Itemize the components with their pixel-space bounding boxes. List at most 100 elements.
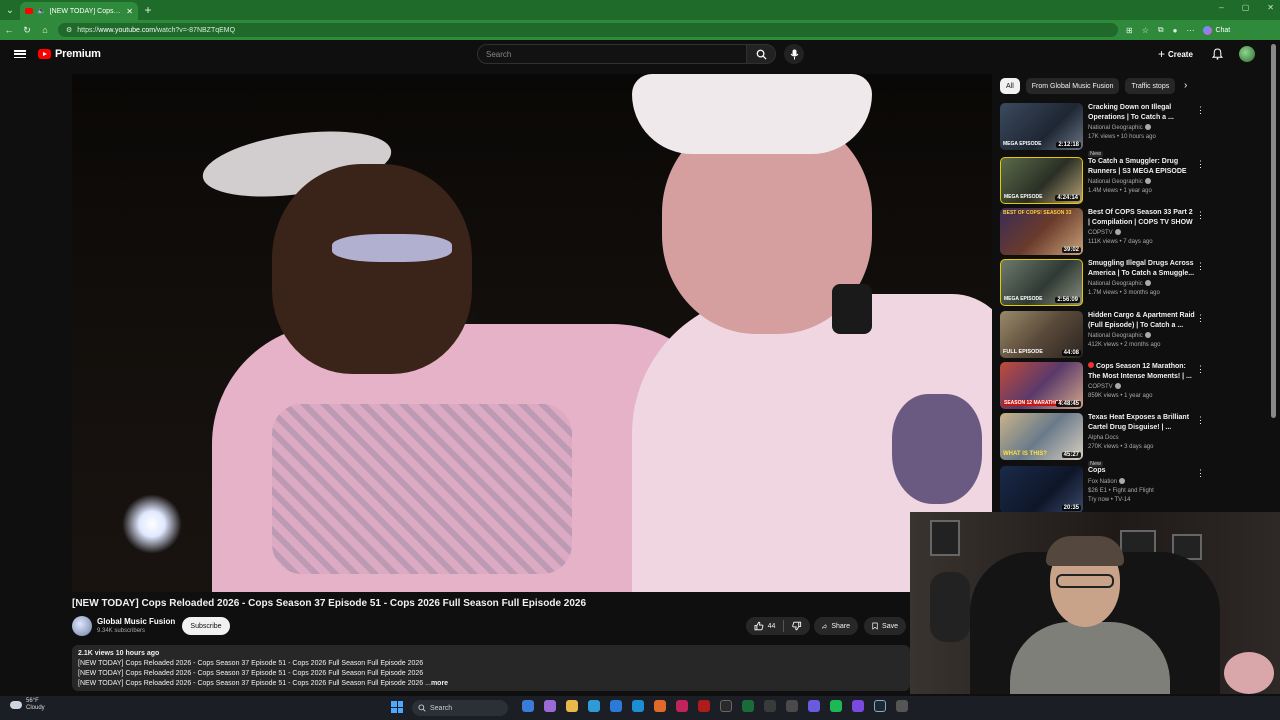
edge-icon[interactable] <box>632 700 644 712</box>
more-actions-icon[interactable]: ⋮ <box>1196 159 1205 170</box>
channel-avatar[interactable] <box>72 616 92 636</box>
recommendation-item[interactable]: BEST OF COPS! SEASON 33 39:02 Best Of CO… <box>1000 208 1205 256</box>
page-scrollbar[interactable] <box>1271 44 1276 418</box>
share-button[interactable]: Share <box>814 617 858 635</box>
recommendation-item[interactable]: MEGA EPISODE 2:56:09 Smuggling Illegal D… <box>1000 259 1205 307</box>
extensions-icon[interactable]: ⧉ <box>1158 25 1164 35</box>
video-thumbnail[interactable]: SEASON 12 MARATHON 4:48:45 <box>1000 362 1083 409</box>
address-bar[interactable]: ⚙ https://www.youtube.com/watch?v=-87NBZ… <box>58 23 1118 37</box>
show-more-link[interactable]: more <box>431 680 448 687</box>
create-button[interactable]: + Create <box>1158 46 1193 62</box>
minimize-icon[interactable]: – <box>1219 3 1223 12</box>
maximize-icon[interactable]: ▢ <box>1242 3 1250 12</box>
browser-tab-active[interactable]: 🔈 [NEW TODAY] Cops Reloaded ✕ <box>20 2 138 20</box>
menu-icon[interactable] <box>14 48 26 60</box>
store-icon[interactable] <box>588 700 600 712</box>
audio-playing-icon[interactable]: 🔈 <box>37 7 46 15</box>
app-icon[interactable] <box>896 700 908 712</box>
recommendation-item[interactable]: MEGA EPISODE 2:12:18 Cracking Down on Il… <box>1000 103 1205 157</box>
recommendation-channel[interactable]: National Geographic <box>1088 280 1196 289</box>
recommendation-title[interactable]: To Catch a Smuggler: Drug Runners | S3 M… <box>1088 157 1196 176</box>
recommendation-item[interactable]: FULL EPISODE 44:08 Hidden Cargo & Apartm… <box>1000 311 1205 359</box>
weather-widget[interactable]: 56°F Cloudy <box>10 698 45 712</box>
more-actions-icon[interactable]: ⋮ <box>1196 261 1205 272</box>
video-thumbnail[interactable]: WHAT IS THIS? 45:27 <box>1000 413 1083 460</box>
recommendation-item[interactable]: 20:35 Cops Fox Nation $26 E1 • Fight and… <box>1000 466 1205 514</box>
recommendation-channel[interactable]: Fox Nation <box>1088 477 1196 487</box>
steam-icon[interactable] <box>874 700 886 712</box>
thumbs-down-icon[interactable] <box>792 621 802 631</box>
bookmark-star-icon[interactable]: ☆ <box>1142 26 1149 35</box>
app-icon[interactable] <box>808 700 820 712</box>
account-avatar[interactable] <box>1239 46 1255 62</box>
app-icon[interactable] <box>742 700 754 712</box>
more-actions-icon[interactable]: ⋮ <box>1196 313 1205 324</box>
windows-start-icon[interactable] <box>391 701 403 713</box>
close-window-icon[interactable]: ✕ <box>1267 3 1274 12</box>
recommendation-title[interactable]: Cops Season 12 Marathon: The Most Intens… <box>1088 362 1196 381</box>
more-actions-icon[interactable]: ⋮ <box>1196 105 1205 116</box>
chip-traffic-stops[interactable]: Traffic stops <box>1125 78 1176 94</box>
file-explorer-icon[interactable] <box>566 700 578 712</box>
more-actions-icon[interactable]: ⋮ <box>1196 415 1205 426</box>
chip-from-channel[interactable]: From Global Music Fusion <box>1025 78 1120 94</box>
recommendation-item[interactable]: SEASON 12 MARATHON 4:48:45 Cops Season 1… <box>1000 362 1205 410</box>
tab-list-icon[interactable]: ⌄ <box>0 0 20 20</box>
recommendation-title[interactable]: Cops <box>1088 466 1196 476</box>
mail-icon[interactable] <box>610 700 622 712</box>
profile-icon[interactable]: ● <box>1173 26 1178 35</box>
app-icon[interactable] <box>720 700 732 712</box>
save-button[interactable]: Save <box>864 617 906 635</box>
recommendation-title[interactable]: Hidden Cargo & Apartment Raid (Full Epis… <box>1088 311 1196 330</box>
app-icon[interactable] <box>764 700 776 712</box>
video-thumbnail[interactable]: 20:35 <box>1000 466 1083 513</box>
home-icon[interactable]: ⌂ <box>40 25 50 35</box>
youtube-logo[interactable]: Premium <box>38 48 101 60</box>
search-button[interactable] <box>746 44 776 64</box>
recommendation-title[interactable]: Best Of COPS Season 33 Part 2 | Compilat… <box>1088 208 1196 227</box>
chat-button[interactable]: Chat <box>1203 25 1230 35</box>
install-app-icon[interactable]: ⊞ <box>1126 26 1133 35</box>
site-info-icon[interactable]: ⚙ <box>66 26 72 34</box>
app-icon[interactable] <box>698 700 710 712</box>
recommendation-channel[interactable]: COPSTV <box>1088 383 1196 392</box>
taskbar-search[interactable]: Search <box>412 700 508 716</box>
voice-search-button[interactable] <box>784 44 804 64</box>
chevron-right-icon[interactable]: › <box>1184 80 1187 91</box>
more-actions-icon[interactable]: ⋮ <box>1196 210 1205 221</box>
recommendation-title[interactable]: Cracking Down on Illegal Operations | To… <box>1088 103 1196 122</box>
search-input[interactable]: Search <box>477 44 747 64</box>
recommendation-title[interactable]: Texas Heat Exposes a Brilliant Cartel Dr… <box>1088 413 1196 432</box>
video-thumbnail[interactable]: FULL EPISODE 44:08 <box>1000 311 1083 358</box>
recommendation-channel[interactable]: COPSTV <box>1088 229 1196 238</box>
try-now-badge[interactable]: Try now • TV-14 <box>1088 496 1196 505</box>
video-thumbnail[interactable]: MEGA EPISODE 2:56:09 <box>1000 259 1083 306</box>
close-tab-icon[interactable]: ✕ <box>126 7 133 16</box>
notifications-bell-icon[interactable] <box>1211 47 1224 65</box>
subscribe-button[interactable]: Subscribe <box>182 617 230 635</box>
more-actions-icon[interactable]: ⋮ <box>1196 468 1205 479</box>
recommendation-title[interactable]: Smuggling Illegal Drugs Across America |… <box>1088 259 1196 278</box>
new-tab-button[interactable]: + <box>138 3 158 17</box>
more-actions-icon[interactable]: ⋮ <box>1196 364 1205 375</box>
video-thumbnail[interactable]: MEGA EPISODE 2:12:18 <box>1000 103 1083 150</box>
recommendation-channel[interactable]: National Geographic <box>1088 124 1196 133</box>
recommendation-item[interactable]: MEGA EPISODE 4:24:14 To Catch a Smuggler… <box>1000 157 1205 205</box>
more-menu-icon[interactable]: ⋯ <box>1186 26 1194 35</box>
thumbs-up-icon[interactable] <box>754 621 764 631</box>
terminal-icon[interactable] <box>786 700 798 712</box>
task-view-icon[interactable] <box>522 700 534 712</box>
video-thumbnail[interactable]: MEGA EPISODE 4:24:14 <box>1000 157 1083 204</box>
firefox-icon[interactable] <box>654 700 666 712</box>
recommendation-channel[interactable]: National Geographic <box>1088 332 1196 341</box>
video-thumbnail[interactable]: BEST OF COPS! SEASON 33 39:02 <box>1000 208 1083 255</box>
spotify-icon[interactable] <box>830 700 842 712</box>
video-description[interactable]: 2.1K views 10 hours ago [NEW TODAY] Cops… <box>72 645 910 691</box>
channel-name[interactable]: Global Music Fusion <box>97 617 175 626</box>
video-player[interactable] <box>72 74 992 592</box>
recommendation-item[interactable]: WHAT IS THIS? 45:27 Texas Heat Exposes a… <box>1000 413 1205 467</box>
like-count[interactable]: 44 <box>768 623 776 630</box>
chip-all[interactable]: All <box>1000 78 1020 94</box>
app-icon[interactable] <box>676 700 688 712</box>
recommendation-channel[interactable]: National Geographic <box>1088 178 1196 187</box>
